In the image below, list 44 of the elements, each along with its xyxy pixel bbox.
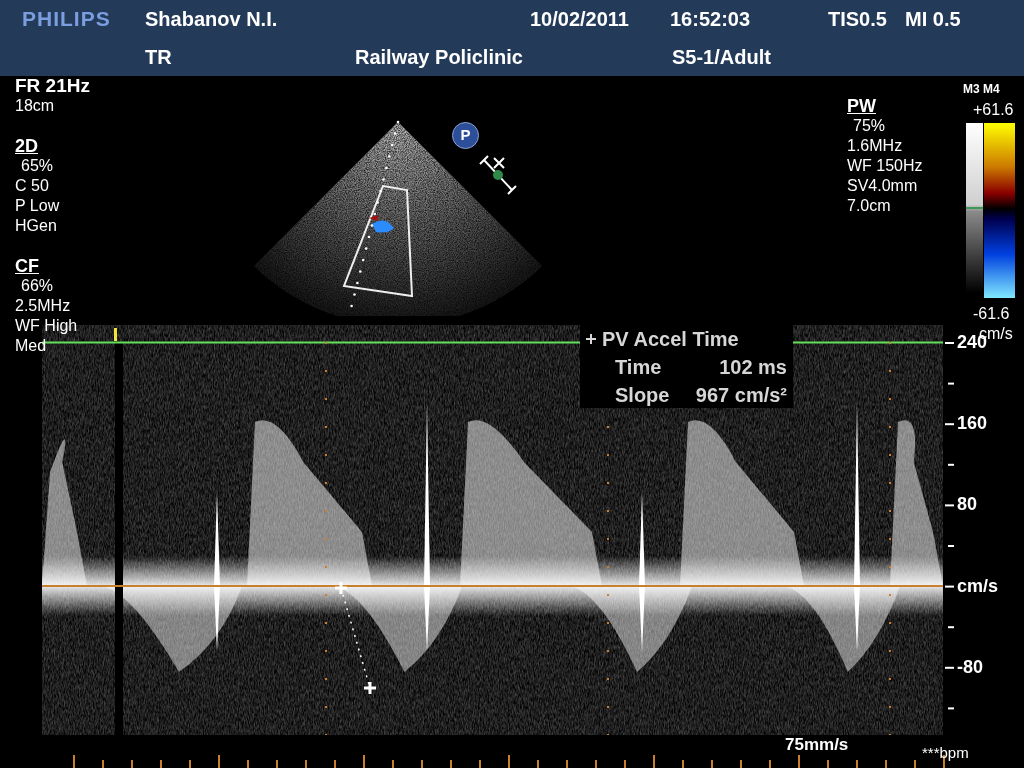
gain-value: 66% — [20, 276, 54, 296]
sweep-marker — [114, 328, 117, 341]
exam-time: 16:52:03 — [670, 7, 752, 32]
parameter-value: 2.5MHz — [15, 296, 71, 316]
measurement-label: Slope — [615, 383, 670, 408]
parameter-value: C 50 — [15, 176, 49, 196]
parameter-value: 18cm — [15, 96, 55, 116]
velocity-scale-label: 80 — [957, 494, 978, 515]
parameter-value: P Low — [15, 196, 60, 216]
parameter-value: 1.6MHz — [847, 136, 903, 156]
exam-date: 10/02/2011 — [530, 7, 630, 32]
measurement-value: 967 cm/s² — [695, 383, 787, 408]
measurement-value: 102 ms — [719, 355, 787, 380]
velocity-scale-label: -80 — [957, 656, 983, 677]
measurement-label: Time — [615, 355, 662, 380]
heart-rate: ***bpm — [922, 743, 969, 763]
scale-min-value: -61.6 — [973, 304, 1010, 324]
mode-heading: PW — [847, 96, 876, 116]
tis-index: TIS0.5 — [828, 7, 888, 32]
gain-value: 65% — [20, 156, 54, 176]
velocity-scale-label: 160 — [957, 413, 988, 434]
patient-name: Shabanov N.I. — [145, 7, 279, 32]
velocity-scale-label: cm/s — [957, 575, 999, 596]
sweep-speed: 75mm/s — [785, 734, 849, 756]
institution-name: Railway Policlinic — [355, 45, 524, 70]
mode-heading: 2D — [15, 136, 38, 156]
probe-preset: S5-1/Adult — [672, 45, 771, 70]
mode-heading: CF — [15, 256, 39, 276]
brand-logo: PHILIPS — [22, 6, 112, 33]
map-label: M3 M4 — [963, 81, 1000, 98]
parameter-value: WF 150Hz — [847, 156, 923, 176]
parameter-value: WF High — [15, 316, 78, 336]
mi-index: MI 0.5 — [905, 7, 961, 32]
parameter-value: SV4.0mm — [847, 176, 918, 196]
parameter-value: HGen — [15, 216, 57, 236]
crosshair-icon — [586, 334, 596, 344]
frame-rate-label: FR 21Hz — [15, 76, 90, 96]
operator-initials: TR — [145, 45, 173, 70]
measurement-title: PV Accel Time — [602, 327, 739, 352]
gain-value: 75% — [852, 116, 886, 136]
scale-max-value: +61.6 — [973, 100, 1014, 120]
probe-badge: P — [452, 122, 479, 149]
parameter-value: 7.0cm — [847, 196, 891, 216]
parameter-value: Med — [15, 336, 47, 356]
